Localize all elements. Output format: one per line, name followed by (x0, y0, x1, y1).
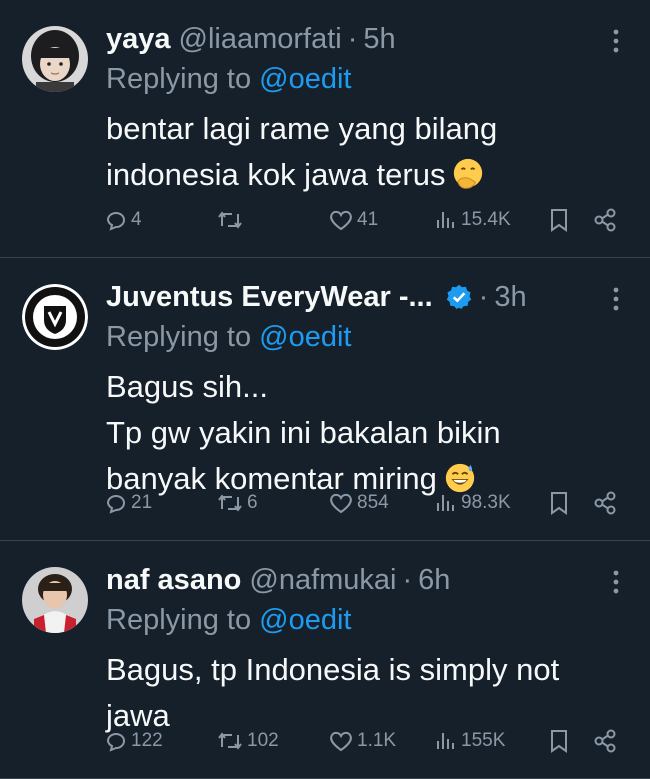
replying-to-label: Replying to (106, 321, 260, 353)
more-options-icon[interactable] (606, 26, 626, 56)
share-icon (594, 729, 616, 753)
views-button[interactable]: 155K (434, 726, 505, 756)
retweet-icon (218, 494, 242, 512)
smiling-face-with-hand-over-mouth-icon (454, 158, 483, 189)
replying-to: Replying to @oedit (106, 60, 351, 98)
separator-dot: · (347, 23, 358, 55)
view-count: 98.3K (461, 492, 511, 513)
tweet-reply[interactable]: naf asano @nafmukai · 6h Replying to @oe… (0, 541, 650, 779)
tweet-text-content: bentar lagi rame yang bilang indonesia k… (106, 111, 498, 192)
replying-to: Replying to @oedit (106, 318, 351, 356)
reply-icon (106, 733, 125, 752)
bookmark-icon (551, 492, 567, 515)
bookmark-icon (551, 209, 567, 232)
views-icon (437, 733, 454, 749)
retweet-button[interactable]: 6 (216, 488, 258, 518)
tweet-reply[interactable]: Juventus EveryWear -... · 3h Replying to… (0, 258, 650, 541)
reply-count: 21 (131, 492, 153, 513)
retweet-button[interactable] (216, 205, 247, 235)
bookmark-button[interactable] (548, 726, 570, 756)
view-count: 15.4K (461, 209, 511, 230)
views-button[interactable]: 98.3K (434, 488, 511, 518)
author-name[interactable]: Juventus EveryWear -... (106, 278, 433, 316)
tweet-text: bentar lagi rame yang bilang indonesia k… (106, 106, 620, 198)
views-icon (437, 212, 454, 228)
tweet-text-content: Bagus sih... Tp gw yakin ini bakalan bik… (106, 369, 501, 496)
heart-icon (330, 210, 352, 231)
bookmark-button[interactable] (548, 488, 570, 518)
author-name[interactable]: yaya (106, 20, 171, 58)
bookmark-icon (551, 730, 567, 753)
like-button[interactable]: 1.1K (328, 726, 396, 756)
reply-button[interactable]: 4 (104, 205, 142, 235)
like-count: 854 (357, 492, 389, 513)
avatar[interactable] (22, 26, 88, 92)
retweet-count: 6 (247, 492, 258, 513)
author-name[interactable]: naf asano (106, 561, 241, 599)
author-handle[interactable]: @liaamorfati (179, 20, 342, 58)
retweet-button[interactable]: 102 (216, 726, 279, 756)
retweet-count: 102 (247, 730, 279, 751)
avatar[interactable] (22, 284, 88, 350)
replying-to-mention[interactable]: @oedit (259, 604, 351, 636)
share-button[interactable] (592, 205, 618, 235)
retweet-icon (218, 211, 242, 229)
reply-icon (106, 495, 125, 514)
views-button[interactable]: 15.4K (434, 205, 511, 235)
like-count: 41 (357, 209, 379, 230)
reply-button[interactable]: 21 (104, 488, 152, 518)
like-button[interactable]: 854 (328, 488, 389, 518)
separator-dot: · (478, 281, 489, 313)
replying-to-label: Replying to (106, 63, 260, 95)
timestamp[interactable]: 5h (363, 20, 395, 58)
share-icon (594, 491, 616, 515)
reply-button[interactable]: 122 (104, 726, 163, 756)
reply-count: 122 (131, 730, 163, 751)
tweet-text: Bagus sih... Tp gw yakin ini bakalan bik… (106, 364, 620, 502)
separator-dot: · (402, 564, 413, 596)
share-button[interactable] (592, 726, 618, 756)
replying-to-mention[interactable]: @oedit (259, 63, 351, 95)
replying-to-label: Replying to (106, 604, 260, 636)
more-options-icon[interactable] (606, 284, 626, 314)
author-handle[interactable]: @nafmukai (249, 561, 396, 599)
tweet-reply[interactable]: yaya @liaamorfati · 5h Replying to @oedi… (0, 0, 650, 258)
like-button[interactable]: 41 (328, 205, 378, 235)
view-count: 155K (461, 730, 506, 751)
more-options-icon[interactable] (606, 567, 626, 597)
reply-count: 4 (131, 209, 142, 230)
replying-to: Replying to @oedit (106, 601, 351, 639)
like-count: 1.1K (357, 730, 397, 751)
views-icon (437, 495, 454, 511)
verified-badge-icon (446, 284, 471, 310)
bookmark-button[interactable] (548, 205, 570, 235)
replying-to-mention[interactable]: @oedit (259, 321, 351, 353)
retweet-icon (218, 732, 242, 750)
timestamp[interactable]: 6h (418, 561, 450, 599)
heart-icon (330, 731, 352, 752)
share-button[interactable] (592, 488, 618, 518)
reply-icon (106, 212, 125, 231)
tweet-text-content: Bagus, tp Indonesia is simply not jawa (106, 652, 560, 733)
avatar[interactable] (22, 567, 88, 633)
share-icon (594, 208, 616, 232)
timestamp[interactable]: 3h (494, 278, 526, 316)
heart-icon (330, 493, 352, 514)
